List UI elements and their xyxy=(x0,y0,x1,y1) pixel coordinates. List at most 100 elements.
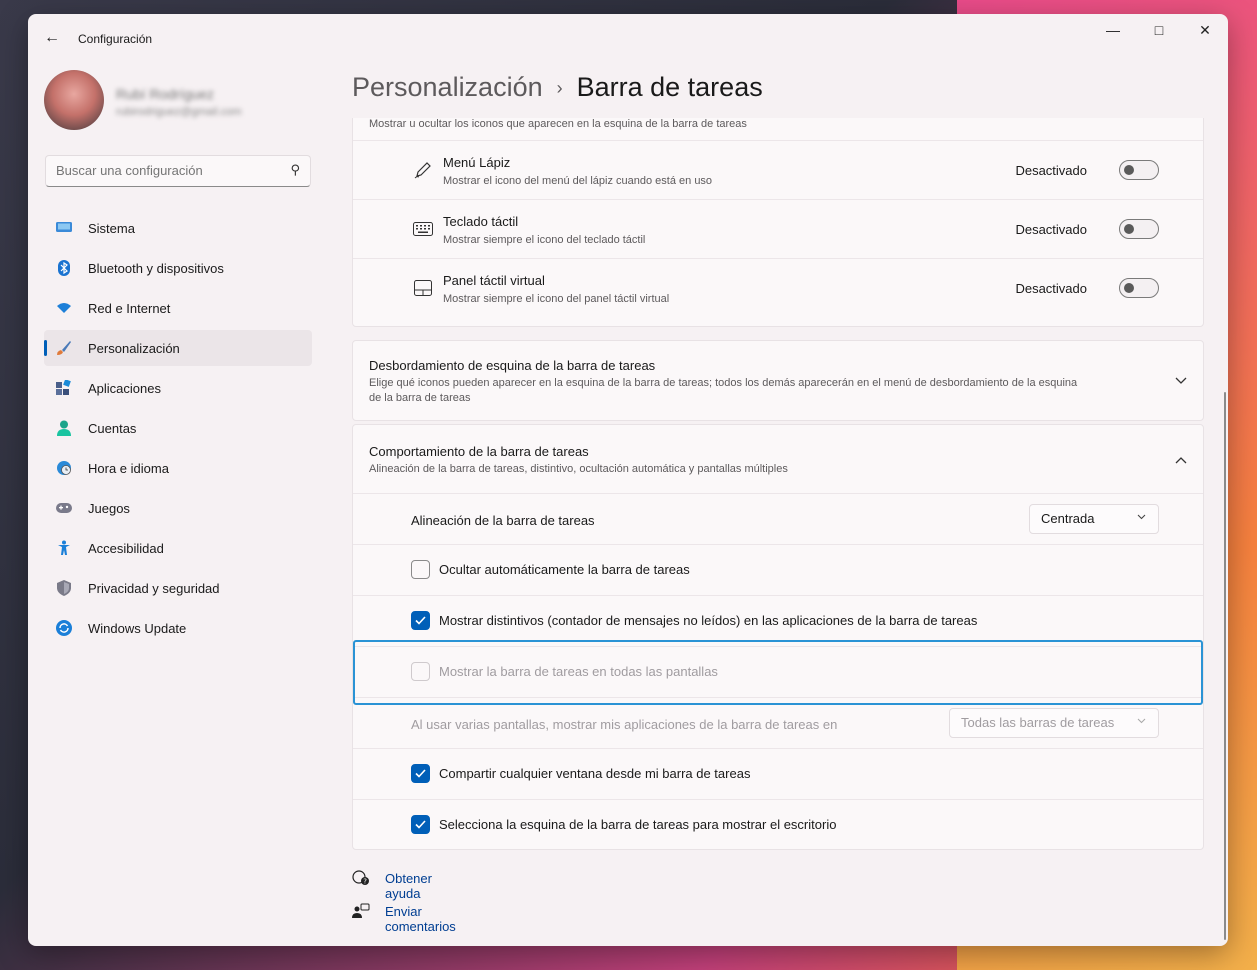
clock-globe-icon xyxy=(56,460,72,476)
toggle-state-label: Desactivado xyxy=(1015,281,1087,296)
refresh-icon xyxy=(56,620,72,636)
overflow-subtitle-line1: Elige qué iconos pueden aparecer en la e… xyxy=(369,377,1078,389)
shield-icon xyxy=(56,580,72,596)
setting-row-touch-keyboard: Teclado táctil Mostrar siempre el icono … xyxy=(353,199,1203,258)
setting-title: Teclado táctil xyxy=(443,214,519,229)
wifi-icon xyxy=(56,300,72,316)
sidebar-item-label: Bluetooth y dispositivos xyxy=(88,260,224,276)
setting-row-badges: Mostrar distintivos (contador de mensaje… xyxy=(353,595,1203,646)
checkmark-icon xyxy=(415,769,426,778)
profile-email: rubirodriguez@gmail.com xyxy=(116,106,242,118)
badges-label[interactable]: Mostrar distintivos (contador de mensaje… xyxy=(439,613,977,628)
gamepad-icon xyxy=(56,500,72,516)
sidebar-nav: Sistema Bluetooth y dispositivos Red e I… xyxy=(44,210,312,650)
sidebar-item-label: Privacidad y seguridad xyxy=(88,580,220,596)
setting-title: Menú Lápiz xyxy=(443,155,511,170)
sidebar-item-label: Aplicaciones xyxy=(88,380,161,396)
settings-scroll-area[interactable]: Mostrar u ocultar los iconos que aparece… xyxy=(352,118,1204,946)
bluetooth-icon xyxy=(56,260,72,276)
accessibility-icon xyxy=(56,540,72,556)
behavior-card: Comportamiento de la barra de tareas Ali… xyxy=(352,424,1204,850)
sidebar-item-windows-update[interactable]: Windows Update xyxy=(44,610,312,646)
avatar xyxy=(44,70,104,130)
get-help-link[interactable]: Obtener ayuda xyxy=(385,871,432,901)
corner-desktop-label[interactable]: Selecciona la esquina de la barra de tar… xyxy=(439,817,836,832)
arrow-left-icon: ← xyxy=(44,29,60,46)
search-box[interactable]: ⚲ xyxy=(45,155,311,187)
sidebar-item-hora[interactable]: Hora e idioma xyxy=(44,450,312,486)
monitor-icon xyxy=(56,220,72,236)
search-input[interactable] xyxy=(56,163,276,178)
setting-row-autohide: Ocultar automáticamente la barra de tare… xyxy=(353,544,1203,595)
multi-display-label: Al usar varias pantallas, mostrar mis ap… xyxy=(411,717,838,732)
sidebar-item-juegos[interactable]: Juegos xyxy=(44,490,312,526)
back-button[interactable]: ← xyxy=(40,26,64,50)
autohide-checkbox[interactable] xyxy=(411,560,430,579)
sidebar-item-accesibilidad[interactable]: Accesibilidad xyxy=(44,530,312,566)
breadcrumb-parent[interactable]: Personalización xyxy=(352,72,543,102)
chevron-up-icon[interactable] xyxy=(1175,452,1187,467)
sidebar-item-label: Hora e idioma xyxy=(88,460,169,476)
setting-subtitle: Mostrar siempre el icono del panel tácti… xyxy=(443,293,670,305)
alignment-label: Alineación de la barra de tareas xyxy=(411,513,595,528)
corner-desktop-checkbox[interactable] xyxy=(411,815,430,834)
sidebar-item-bluetooth[interactable]: Bluetooth y dispositivos xyxy=(44,250,312,286)
sidebar-item-label: Personalización xyxy=(88,340,180,356)
overflow-card[interactable]: Desbordamiento de esquina de la barra de… xyxy=(352,340,1204,421)
checkmark-icon xyxy=(415,616,426,625)
setting-subtitle: Mostrar el icono del menú del lápiz cuan… xyxy=(443,175,713,187)
sidebar-item-privacidad[interactable]: Privacidad y seguridad xyxy=(44,570,312,606)
share-window-checkbox[interactable] xyxy=(411,764,430,783)
sidebar-item-aplicaciones[interactable]: Aplicaciones xyxy=(44,370,312,406)
toggle-state-label: Desactivado xyxy=(1015,222,1087,237)
behavior-subtitle: Alineación de la barra de tareas, distin… xyxy=(369,463,788,475)
main-content: Personalización › Barra de tareas Mostrar … xyxy=(352,14,1228,946)
alignment-dropdown[interactable]: Centrada xyxy=(1029,504,1159,534)
chevron-down-icon xyxy=(1137,512,1146,523)
feedback-icon xyxy=(352,903,370,922)
page-title: Barra de tareas xyxy=(576,72,763,102)
setting-row-alignment: Alineación de la barra de tareas Centrad… xyxy=(353,493,1203,544)
alignment-value: Centrada xyxy=(1041,511,1095,526)
sidebar-item-label: Cuentas xyxy=(88,420,137,436)
multi-display-value: Todas las barras de tareas xyxy=(961,715,1115,730)
setting-row-corner-desktop: Selecciona la esquina de la barra de tar… xyxy=(353,799,1203,850)
sidebar-item-red[interactable]: Red e Internet xyxy=(44,290,312,326)
corner-icons-subtitle: Mostrar u ocultar los iconos que aparece… xyxy=(369,118,747,130)
apps-icon xyxy=(56,380,72,396)
chevron-down-icon[interactable] xyxy=(1175,373,1187,388)
focus-ring xyxy=(353,640,1203,705)
multi-display-dropdown[interactable]: Todas las barras de tareas xyxy=(949,708,1159,738)
send-feedback-link[interactable]: Enviar comentarios xyxy=(385,904,456,934)
scrollbar[interactable] xyxy=(1224,392,1226,940)
svg-text:?: ? xyxy=(363,878,367,886)
checkmark-icon xyxy=(415,820,426,829)
sidebar-item-label: Sistema xyxy=(88,220,135,236)
touch-keyboard-toggle[interactable] xyxy=(1119,219,1159,239)
pen-menu-toggle[interactable] xyxy=(1119,160,1159,180)
sidebar-item-sistema[interactable]: Sistema xyxy=(44,210,312,246)
share-window-label[interactable]: Compartir cualquier ventana desde mi bar… xyxy=(439,766,750,781)
sidebar-item-label: Accesibilidad xyxy=(88,540,164,556)
sidebar-item-personalizacion[interactable]: Personalización xyxy=(44,330,312,366)
touchpad-icon xyxy=(413,278,433,298)
person-icon xyxy=(56,420,72,436)
help-icon: ? xyxy=(352,870,370,889)
setting-row-pen-menu: Menú Lápiz Mostrar el icono del menú del… xyxy=(353,140,1203,199)
chevron-down-icon xyxy=(1137,716,1146,727)
autohide-label[interactable]: Ocultar automáticamente la barra de tare… xyxy=(439,562,690,577)
user-profile[interactable]: Rubí Rodríguez rubirodriguez@gmail.com xyxy=(44,70,314,144)
search-icon[interactable]: ⚲ xyxy=(290,162,300,178)
sidebar: Rubí Rodríguez rubirodriguez@gmail.com ⚲… xyxy=(44,70,314,636)
touchpad-toggle[interactable] xyxy=(1119,278,1159,298)
corner-icons-card: Mostrar u ocultar los iconos que aparece… xyxy=(352,118,1204,327)
toggle-state-label: Desactivado xyxy=(1015,163,1087,178)
badges-checkbox[interactable] xyxy=(411,611,430,630)
sidebar-item-cuentas[interactable]: Cuentas xyxy=(44,410,312,446)
chevron-right-icon: › xyxy=(556,78,563,99)
breadcrumb: Personalización › Barra de tareas xyxy=(352,72,763,103)
settings-window: ← Configuración — □ ✕ Rubí Rodríguez rub… xyxy=(28,14,1228,946)
brush-icon xyxy=(56,340,72,356)
pen-icon xyxy=(413,160,433,180)
sidebar-item-label: Windows Update xyxy=(88,620,187,636)
